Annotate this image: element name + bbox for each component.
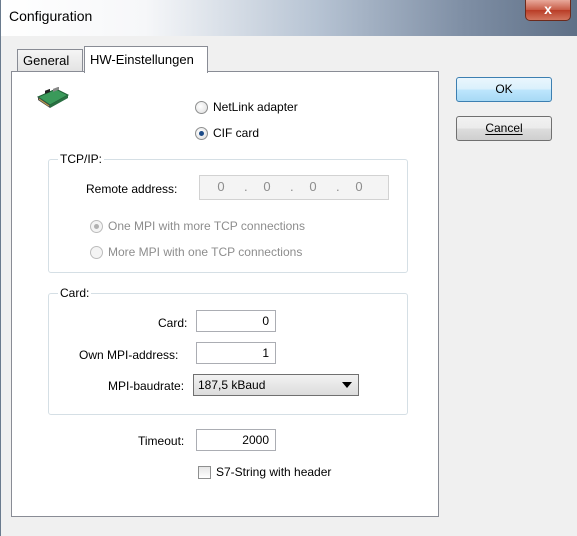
ip-dot-2: .	[290, 179, 294, 194]
remote-address-input[interactable]: 0 . 0 . 0 . 0	[199, 175, 389, 200]
ip-octet-2: 0	[263, 179, 271, 194]
network-card-icon	[36, 87, 70, 108]
card-number-input[interactable]: 0	[196, 310, 276, 332]
ip-dot-1: .	[244, 179, 248, 194]
remote-address-label: Remote address:	[86, 182, 178, 196]
mpi-baudrate-label: MPI-baudrate:	[108, 379, 185, 393]
one-mpi-radio[interactable]	[90, 220, 103, 233]
mpi-baudrate-value: 187,5 kBaud	[198, 378, 266, 392]
chevron-down-icon	[342, 382, 352, 388]
one-mpi-label: One MPI with more TCP connections	[108, 219, 305, 233]
close-button[interactable]: x	[525, 0, 571, 21]
mpi-baudrate-select[interactable]: 187,5 kBaud	[193, 374, 359, 396]
timeout-label: Timeout:	[138, 434, 185, 448]
close-icon: x	[544, 1, 552, 17]
timeout-input[interactable]: 2000	[196, 429, 276, 451]
ok-button[interactable]: OK	[456, 77, 552, 102]
own-mpi-address-input[interactable]: 1	[196, 342, 276, 364]
tab-general[interactable]: General	[17, 49, 83, 71]
tab-general-label: General	[23, 53, 70, 68]
more-mpi-radio[interactable]	[90, 246, 103, 259]
ok-button-label: OK	[495, 82, 513, 96]
netlink-adapter-label: NetLink adapter	[213, 100, 298, 114]
ip-octet-4: 0	[355, 179, 363, 194]
tab-hw-einstellungen[interactable]: HW-Einstellungen	[84, 46, 208, 73]
card-group-title: Card:	[58, 286, 92, 300]
s7-string-label: S7-String with header	[216, 465, 332, 479]
cif-card-radio[interactable]	[195, 127, 208, 140]
ip-octet-1: 0	[217, 179, 225, 194]
cancel-button[interactable]: Cancel	[456, 116, 552, 141]
ip-octet-3: 0	[309, 179, 317, 194]
card-number-label: Card:	[158, 316, 188, 330]
s7-string-checkbox[interactable]	[198, 466, 211, 479]
title-bar: Configuration x	[1, 0, 577, 36]
hw-settings-panel: NetLink adapter CIF card TCP/IP: Remote …	[11, 71, 439, 517]
cancel-button-label: Cancel	[485, 121, 523, 135]
own-mpi-address-label: Own MPI-address:	[79, 348, 179, 362]
configuration-dialog: Configuration x General HW-Einstellungen…	[0, 0, 577, 536]
cif-card-label: CIF card	[213, 126, 260, 140]
tab-hw-einstellungen-label: HW-Einstellungen	[90, 52, 194, 67]
more-mpi-label: More MPI with one TCP connections	[108, 245, 303, 259]
ip-dot-3: .	[336, 179, 340, 194]
netlink-adapter-radio[interactable]	[195, 101, 208, 114]
window-title: Configuration	[9, 8, 93, 24]
tcpip-group-title: TCP/IP:	[58, 152, 105, 166]
